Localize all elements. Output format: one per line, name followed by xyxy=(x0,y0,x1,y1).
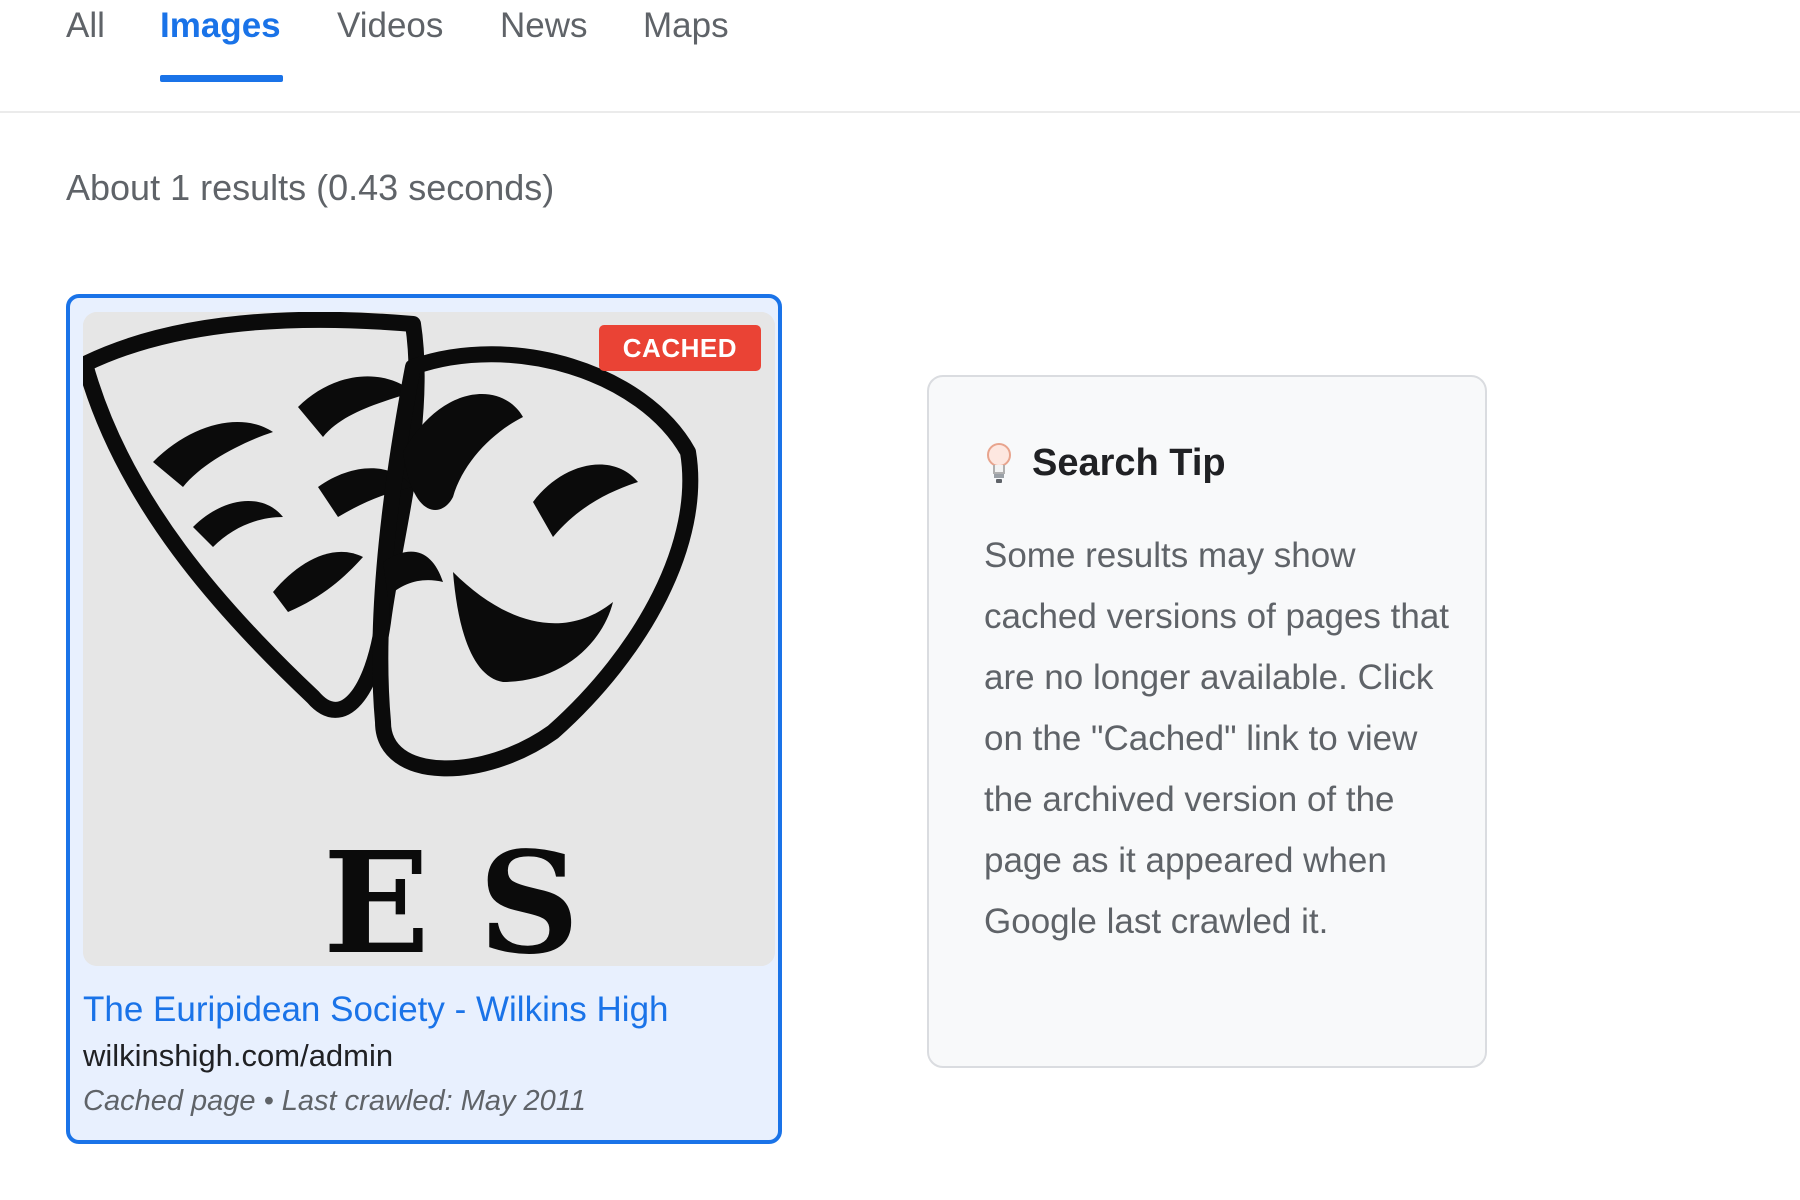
theatre-masks-logo: E S xyxy=(83,312,775,966)
tip-body: Some results may show cached versions of… xyxy=(984,536,1450,941)
lightbulb-icon xyxy=(984,441,1014,485)
tab-images[interactable]: Images xyxy=(160,6,281,46)
tab-videos[interactable]: Videos xyxy=(337,6,443,46)
search-tip-panel: Search Tip Some results may show cached … xyxy=(927,375,1487,1068)
tab-all[interactable]: All xyxy=(66,6,105,46)
cached-badge: CACHED xyxy=(598,325,761,371)
result-title-link[interactable]: The Euripidean Society - Wilkins High xyxy=(83,990,669,1030)
result-thumbnail[interactable]: E S CACHED xyxy=(83,312,775,966)
tip-header: Search Tip xyxy=(984,439,1226,487)
search-tabs: All Images Videos News Maps xyxy=(0,0,1800,113)
search-results-page: All Images Videos News Maps About 1 resu… xyxy=(0,0,1800,1200)
tip-title: Search Tip xyxy=(1032,441,1226,484)
result-cache-meta: Cached page • Last crawled: May 2011 xyxy=(83,1085,586,1117)
tab-news[interactable]: News xyxy=(500,6,588,46)
active-tab-indicator xyxy=(160,75,283,82)
result-stats: About 1 results (0.43 seconds) xyxy=(66,167,555,208)
thumbnail-letters: E S xyxy=(323,822,580,966)
image-result-card[interactable]: E S CACHED The Euripidean Society - Wilk… xyxy=(66,294,782,1144)
tab-maps[interactable]: Maps xyxy=(643,6,729,46)
result-url: wilkinshigh.com/admin xyxy=(83,1038,394,1073)
